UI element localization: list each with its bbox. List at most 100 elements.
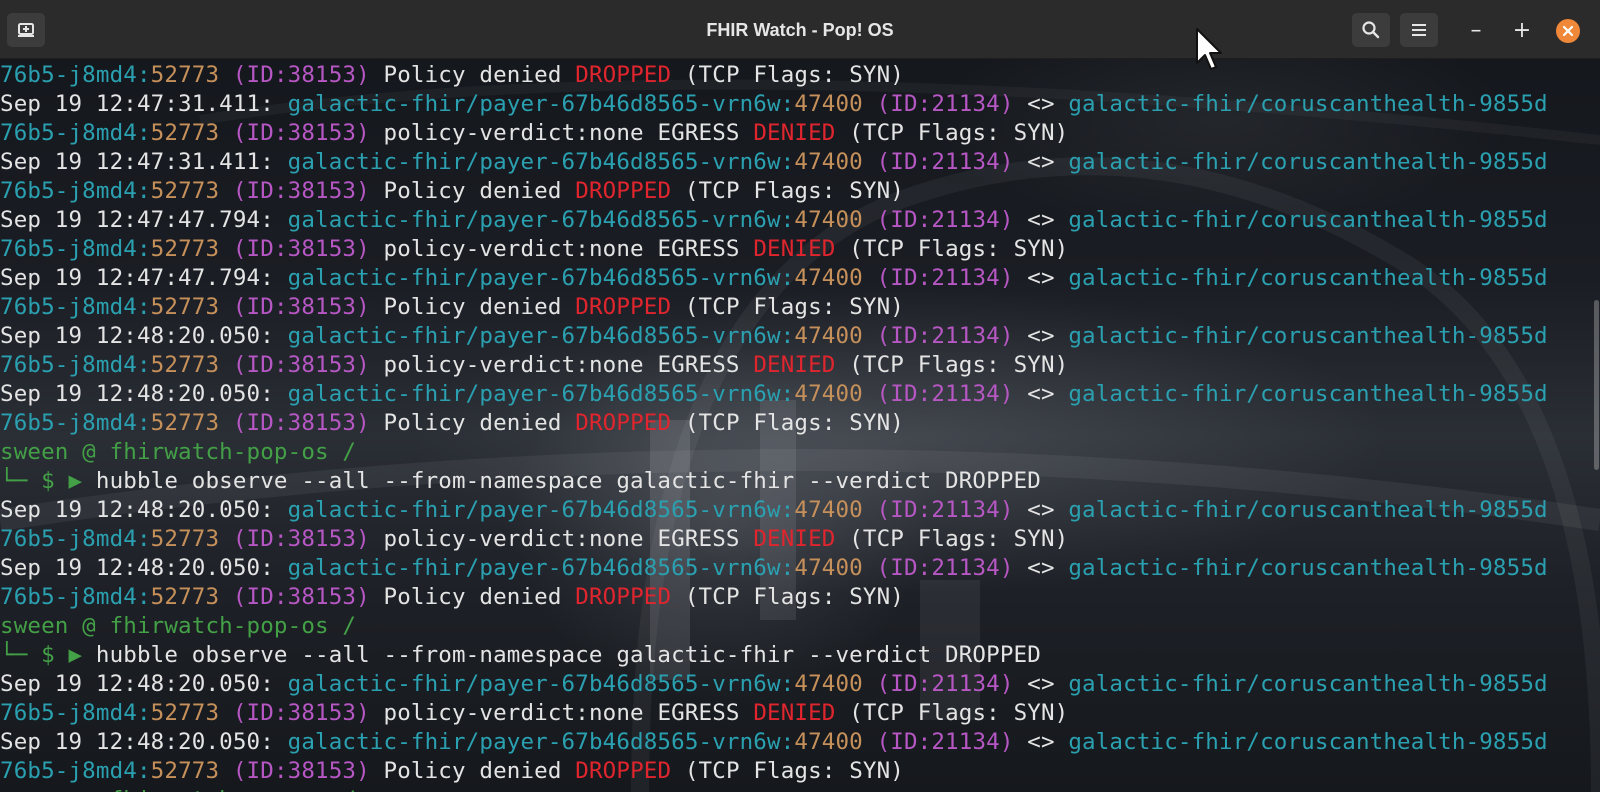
source-port: 47400 <box>794 381 863 407</box>
timestamp: Sep 19 12:48:20.050: <box>0 381 288 407</box>
verdict-badge: DENIED <box>753 352 836 378</box>
destination-identity: (ID:38153) <box>219 294 370 320</box>
destination-port: 52773 <box>150 178 220 204</box>
search-button[interactable] <box>1352 13 1390 47</box>
verdict-message: Policy denied <box>369 584 576 610</box>
shell-command-line: └─ $ ▶ hubble observe --all --from-names… <box>0 467 1600 496</box>
timestamp: Sep 19 12:47:47.794: <box>0 265 288 291</box>
verdict-message: Policy denied <box>369 410 576 436</box>
destination-pod: galactic-fhir/coruscanthealth-9855d <box>1068 381 1548 407</box>
shell-command: hubble observe --all --from-namespace ga… <box>95 468 1041 494</box>
tcp-flags: (TCP Flags: SYN) <box>835 700 1069 726</box>
flow-log-line: Sep 19 12:48:20.050: galactic-fhir/payer… <box>0 380 1600 409</box>
maximize-button[interactable]: + <box>1509 18 1535 44</box>
destination-port: 52773 <box>150 62 220 88</box>
destination-identity: (ID:38153) <box>219 62 370 88</box>
source-pod: galactic-fhir/payer-67b46d8565-vrn6w: <box>287 555 795 581</box>
destination-port: 52773 <box>150 120 220 146</box>
shell-prompt: sween @ fhirwatch-pop-os / <box>0 612 1600 641</box>
prompt-user-host: sween @ fhirwatch-pop-os / <box>0 787 356 792</box>
flow-log-line-continuation: 76b5-j8md4:52773 (ID:38153) policy-verdi… <box>0 235 1600 264</box>
source-pod: galactic-fhir/payer-67b46d8565-vrn6w: <box>287 671 795 697</box>
flow-log-line: Sep 19 12:48:20.050: galactic-fhir/payer… <box>0 728 1600 757</box>
destination-pod: galactic-fhir/coruscanthealth-9855d <box>1068 265 1548 291</box>
menu-button[interactable] <box>1400 13 1438 47</box>
timestamp: Sep 19 12:47:31.411: <box>0 149 288 175</box>
verdict-badge: DENIED <box>753 236 836 262</box>
verdict-message: policy-verdict:none EGRESS <box>369 700 754 726</box>
destination-pod-suffix: 76b5-j8md4: <box>0 62 151 88</box>
terminal-window: FHIR Watch - Pop! OS – + 76b5-j8md4:5277… <box>0 0 1600 792</box>
source-identity: (ID:21134) <box>862 555 1014 581</box>
source-identity: (ID:21134) <box>862 729 1014 755</box>
destination-pod: galactic-fhir/coruscanthealth-9855d <box>1068 671 1548 697</box>
verdict-badge: DROPPED <box>575 294 672 320</box>
destination-pod-suffix: 76b5-j8md4: <box>0 236 151 262</box>
destination-identity: (ID:38153) <box>219 120 370 146</box>
shell-prompt: sween @ fhirwatch-pop-os / <box>0 786 1600 792</box>
verdict-badge: DROPPED <box>575 410 672 436</box>
direction-arrow: <> <box>1013 265 1069 291</box>
flow-log-line: Sep 19 12:47:47.794: galactic-fhir/payer… <box>0 264 1600 293</box>
source-identity: (ID:21134) <box>862 497 1014 523</box>
flow-log-line: Sep 19 12:47:31.411: galactic-fhir/payer… <box>0 90 1600 119</box>
source-identity: (ID:21134) <box>862 149 1014 175</box>
source-port: 47400 <box>794 497 863 523</box>
verdict-badge: DENIED <box>753 526 836 552</box>
source-pod: galactic-fhir/payer-67b46d8565-vrn6w: <box>287 323 795 349</box>
source-pod: galactic-fhir/payer-67b46d8565-vrn6w: <box>287 497 795 523</box>
destination-pod-suffix: 76b5-j8md4: <box>0 758 151 784</box>
flow-log-line-continuation: 76b5-j8md4:52773 (ID:38153) Policy denie… <box>0 409 1600 438</box>
direction-arrow: <> <box>1013 381 1069 407</box>
destination-pod-suffix: 76b5-j8md4: <box>0 584 151 610</box>
destination-pod-suffix: 76b5-j8md4: <box>0 700 151 726</box>
destination-pod-suffix: 76b5-j8md4: <box>0 178 151 204</box>
destination-identity: (ID:38153) <box>219 236 370 262</box>
verdict-message: policy-verdict:none EGRESS <box>369 352 754 378</box>
source-identity: (ID:21134) <box>862 91 1014 117</box>
mouse-pointer-icon <box>1196 28 1222 70</box>
timestamp: Sep 19 12:47:47.794: <box>0 207 288 233</box>
flow-log-line: Sep 19 12:48:20.050: galactic-fhir/payer… <box>0 670 1600 699</box>
direction-arrow: <> <box>1013 729 1069 755</box>
scrollbar[interactable] <box>1594 300 1599 470</box>
flow-log-line-continuation: 76b5-j8md4:52773 (ID:38153) policy-verdi… <box>0 699 1600 728</box>
flow-log-line: Sep 19 12:48:20.050: galactic-fhir/payer… <box>0 322 1600 351</box>
shell-command-line: └─ $ ▶ hubble observe --all --from-names… <box>0 641 1600 670</box>
minimize-button[interactable]: – <box>1463 18 1489 44</box>
search-icon <box>1362 21 1380 39</box>
timestamp: Sep 19 12:48:20.050: <box>0 323 288 349</box>
verdict-badge: DROPPED <box>575 584 672 610</box>
direction-arrow: <> <box>1013 91 1069 117</box>
tcp-flags: (TCP Flags: SYN) <box>835 526 1069 552</box>
timestamp: Sep 19 12:48:20.050: <box>0 497 288 523</box>
flow-log-line-continuation: 76b5-j8md4:52773 (ID:38153) Policy denie… <box>0 583 1600 612</box>
direction-arrow: <> <box>1013 207 1069 233</box>
destination-pod: galactic-fhir/coruscanthealth-9855d <box>1068 497 1548 523</box>
destination-port: 52773 <box>150 758 220 784</box>
destination-pod: galactic-fhir/coruscanthealth-9855d <box>1068 555 1548 581</box>
destination-pod: galactic-fhir/coruscanthealth-9855d <box>1068 323 1548 349</box>
source-identity: (ID:21134) <box>862 671 1014 697</box>
timestamp: Sep 19 12:48:20.050: <box>0 555 288 581</box>
source-identity: (ID:21134) <box>862 207 1014 233</box>
destination-pod-suffix: 76b5-j8md4: <box>0 352 151 378</box>
direction-arrow: <> <box>1013 323 1069 349</box>
tcp-flags: (TCP Flags: SYN) <box>671 758 904 784</box>
tcp-flags: (TCP Flags: SYN) <box>671 62 904 88</box>
verdict-badge: DENIED <box>753 700 836 726</box>
tcp-flags: (TCP Flags: SYN) <box>671 178 904 204</box>
verdict-badge: DROPPED <box>575 178 672 204</box>
destination-identity: (ID:38153) <box>219 700 370 726</box>
title-bar: FHIR Watch - Pop! OS – + <box>0 0 1600 59</box>
close-button[interactable] <box>1556 19 1580 43</box>
destination-port: 52773 <box>150 294 220 320</box>
verdict-badge: DENIED <box>753 120 836 146</box>
flow-log-line-continuation: 76b5-j8md4:52773 (ID:38153) policy-verdi… <box>0 525 1600 554</box>
tcp-flags: (TCP Flags: SYN) <box>835 236 1069 262</box>
destination-pod-suffix: 76b5-j8md4: <box>0 526 151 552</box>
terminal-output[interactable]: 76b5-j8md4:52773 (ID:38153) Policy denie… <box>0 61 1600 792</box>
prompt-user-host: sween @ fhirwatch-pop-os / <box>0 439 357 465</box>
tcp-flags: (TCP Flags: SYN) <box>835 352 1069 378</box>
source-identity: (ID:21134) <box>862 323 1014 349</box>
